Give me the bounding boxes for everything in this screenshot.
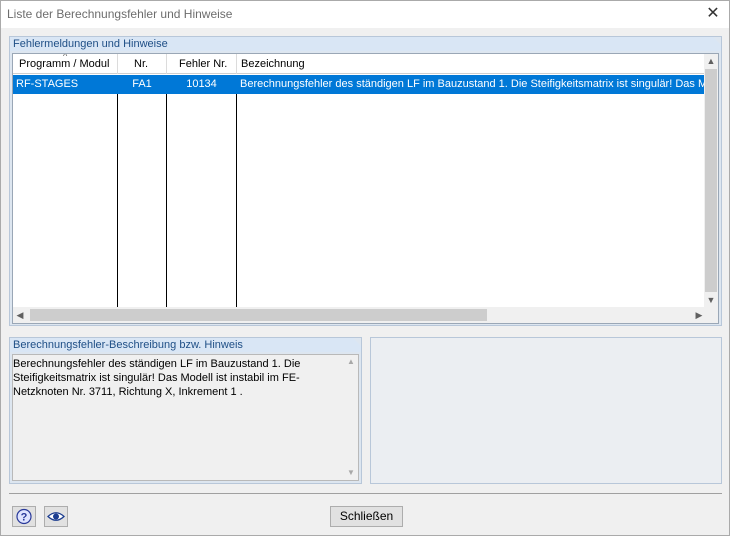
svg-text:?: ? <box>21 512 28 524</box>
help-icon: ? <box>16 508 32 525</box>
help-button[interactable]: ? <box>12 506 36 527</box>
description-text: Berechnungsfehler des ständigen LF im Ba… <box>13 358 301 398</box>
sort-indicator-icon: ^ <box>63 53 68 61</box>
errors-panel: Fehlermeldungen und Hinweise Programm / … <box>9 36 722 326</box>
scroll-up-icon[interactable]: ▲ <box>704 54 718 68</box>
close-button[interactable]: Schließen <box>330 506 403 527</box>
view-button[interactable] <box>44 506 68 527</box>
close-icon[interactable]: ✕ <box>705 6 721 22</box>
errors-panel-heading: Fehlermeldungen und Hinweise <box>10 37 721 51</box>
errors-table: Programm / Modul ^ Nr. Fehler Nr. Bezeic… <box>12 53 719 324</box>
description-box[interactable]: Berechnungsfehler des ständigen LF im Ba… <box>12 354 359 481</box>
scroll-left-icon[interactable]: ◀ <box>13 307 27 323</box>
description-scrollbar[interactable]: ▲ ▼ <box>344 355 358 480</box>
cell-error-no: 10134 <box>186 78 217 90</box>
column-line <box>236 75 237 309</box>
window-title: Liste der Berechnungsfehler und Hinweise <box>7 7 233 21</box>
preview-panel <box>370 337 722 484</box>
cell-nr: FA1 <box>132 78 152 90</box>
title-bar: Liste der Berechnungsfehler und Hinweise… <box>1 1 729 28</box>
table-row[interactable]: RF-STAGES FA1 10134 Berechnungsfehler de… <box>13 75 706 94</box>
vertical-scrollbar[interactable]: ▲ ▼ <box>704 54 718 307</box>
scroll-up-icon[interactable]: ▲ <box>344 355 358 369</box>
dialog-window: Liste der Berechnungsfehler und Hinweise… <box>0 0 730 536</box>
description-panel-heading: Berechnungsfehler-Beschreibung bzw. Hinw… <box>10 338 361 352</box>
eye-icon <box>47 512 65 521</box>
description-panel: Berechnungsfehler-Beschreibung bzw. Hinw… <box>9 337 362 484</box>
cell-program: RF-STAGES <box>16 78 79 90</box>
scroll-down-icon[interactable]: ▼ <box>344 466 358 480</box>
table-header: Programm / Modul ^ Nr. Fehler Nr. Bezeic… <box>13 54 706 74</box>
column-divider <box>166 54 167 74</box>
vertical-scroll-thumb[interactable] <box>705 69 717 292</box>
footer-divider <box>9 493 722 494</box>
column-header-nr[interactable]: Nr. <box>134 54 148 74</box>
horizontal-scroll-thumb[interactable] <box>30 309 487 321</box>
scroll-down-icon[interactable]: ▼ <box>704 293 718 307</box>
column-line <box>117 75 118 309</box>
column-header-error-no[interactable]: Fehler Nr. <box>179 54 227 74</box>
column-divider <box>236 54 237 74</box>
horizontal-scrollbar[interactable]: ◀ ▶ <box>13 307 706 323</box>
column-line <box>166 75 167 309</box>
cell-description: Berechnungsfehler des ständigen LF im Ba… <box>240 78 706 90</box>
scroll-corner <box>704 307 718 323</box>
column-header-description[interactable]: Bezeichnung <box>241 54 305 74</box>
column-divider <box>117 54 118 74</box>
